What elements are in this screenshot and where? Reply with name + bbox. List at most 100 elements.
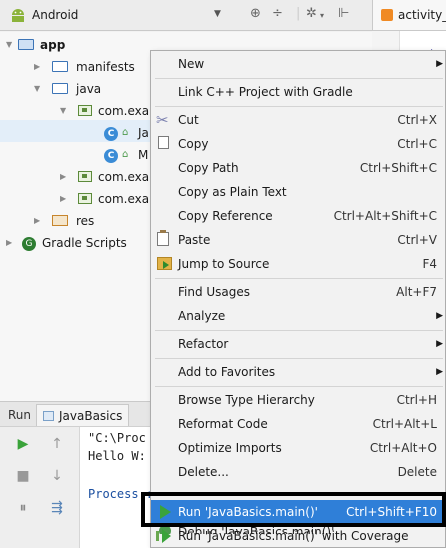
menu-item-label: Analyze <box>178 309 226 323</box>
lock-icon: ⌂ <box>122 149 129 160</box>
submenu-arrow-icon: ▶ <box>436 367 443 377</box>
highlight-frame <box>141 492 446 527</box>
expand-arrow-icon[interactable]: ▼ <box>6 34 16 56</box>
up-arrow-icon[interactable]: ↑ <box>46 433 68 455</box>
menu-item-reformat-code[interactable]: Reformat Code Ctrl+Alt+L <box>151 412 446 436</box>
menu-item-analyze[interactable]: Analyze ▶ <box>151 304 446 328</box>
hide-panel-icon[interactable]: ⊩ <box>338 6 349 21</box>
menu-item-copy[interactable]: Copy Ctrl+C <box>151 132 446 156</box>
menu-item-label: Add to Favorites <box>178 365 276 379</box>
menu-item-label: New <box>178 57 205 71</box>
tree-node-label: com.exar <box>98 192 155 206</box>
menu-shortcut: Ctrl+C <box>397 137 437 151</box>
menu-item-label: Delete... <box>178 465 229 479</box>
collapse-arrow-icon[interactable]: ▶ <box>60 188 70 210</box>
rerun-icon[interactable]: ▶ <box>12 433 34 455</box>
module-folder-icon <box>18 39 34 50</box>
java-class-icon: C <box>104 149 118 163</box>
menu-shortcut: Ctrl+X <box>397 113 437 127</box>
console-line: Hello W: <box>88 449 146 463</box>
menu-item-label: Copy Path <box>178 161 239 175</box>
stop-icon[interactable]: ■ <box>12 465 34 487</box>
chevron-down-icon[interactable]: ▼ <box>214 9 221 19</box>
menu-item-label: Copy as Plain Text <box>178 185 287 199</box>
menu-item-add-to-favorites[interactable]: Add to Favorites ▶ <box>151 360 446 384</box>
folder-icon <box>52 61 68 72</box>
expand-arrow-icon[interactable]: ▼ <box>34 78 44 100</box>
menu-item-label: Refactor <box>178 337 229 351</box>
menu-separator <box>155 330 443 331</box>
menu-item-find-usages[interactable]: Find Usages Alt+F7 <box>151 280 446 304</box>
android-icon <box>10 8 26 25</box>
menu-shortcut: Ctrl+V <box>397 233 437 247</box>
soft-wrap-icon[interactable]: ⇶ <box>46 497 68 519</box>
coverage-icon <box>156 529 172 543</box>
editor-tab[interactable]: activity_ <box>372 0 446 31</box>
menu-item-copy-plain-text[interactable]: Copy as Plain Text <box>151 180 446 204</box>
tree-node-label: Ja <box>138 126 149 140</box>
package-icon <box>78 105 92 116</box>
pause-icon[interactable]: ⏸ <box>12 497 34 519</box>
menu-separator <box>155 386 443 387</box>
lock-icon: ⌂ <box>122 127 129 138</box>
collapse-icon[interactable]: ÷ <box>272 6 283 21</box>
menu-item-cut[interactable]: ✂ Cut Ctrl+X <box>151 108 446 132</box>
collapse-arrow-icon[interactable]: ▶ <box>6 232 16 254</box>
menu-shortcut: Delete <box>397 465 437 479</box>
menu-shortcut: F4 <box>422 257 437 271</box>
down-arrow-icon[interactable]: ↓ <box>46 465 68 487</box>
tree-node-label: Gradle Scripts <box>42 236 127 250</box>
collapse-arrow-icon[interactable]: ▶ <box>60 166 70 188</box>
menu-item-jump-to-source[interactable]: Jump to Source F4 <box>151 252 446 276</box>
run-tab-icon <box>43 411 54 421</box>
menu-item-label: Paste <box>178 233 211 247</box>
project-panel-header: Android ▼ ⊕ ÷ | ✲ ▾ ⊩ <box>0 0 372 31</box>
project-view-selector[interactable]: Android <box>32 8 78 22</box>
package-icon <box>78 193 92 204</box>
submenu-arrow-icon: ▶ <box>436 59 443 69</box>
run-tab-label: JavaBasics <box>59 409 123 423</box>
menu-separator <box>155 358 443 359</box>
menu-separator <box>155 106 443 107</box>
menu-shortcut: Ctrl+Alt+O <box>369 441 437 455</box>
layout-file-icon <box>381 9 393 21</box>
gear-dropdown-icon[interactable]: ▾ <box>320 11 324 20</box>
menu-item-label: Find Usages <box>178 285 251 299</box>
tree-node-label: com.exar <box>98 104 155 118</box>
tree-node-label: app <box>40 38 66 52</box>
menu-item-copy-reference[interactable]: Copy Reference Ctrl+Alt+Shift+C <box>151 204 446 228</box>
menu-item-label: Optimize Imports <box>178 441 282 455</box>
folder-icon <box>52 83 68 94</box>
java-class-icon: C <box>104 127 118 141</box>
run-config-tab[interactable]: JavaBasics <box>36 404 130 426</box>
menu-item-label: Cut <box>178 113 199 127</box>
context-menu: New ▶ Link C++ Project with Gradle ✂ Cut… <box>150 50 446 548</box>
jump-to-source-icon <box>157 257 172 270</box>
collapse-arrow-icon[interactable]: ▶ <box>34 210 44 232</box>
menu-item-copy-path[interactable]: Copy Path Ctrl+Shift+C <box>151 156 446 180</box>
paste-icon <box>157 230 169 246</box>
menu-shortcut: Ctrl+Alt+Shift+C <box>333 209 437 223</box>
separator-icon: | <box>296 6 301 21</box>
menu-item-label: Copy <box>178 137 209 151</box>
menu-item-refactor[interactable]: Refactor ▶ <box>151 332 446 356</box>
tree-node-label: java <box>76 82 102 96</box>
expand-arrow-icon[interactable]: ▼ <box>60 100 70 122</box>
menu-item-label: Copy Reference <box>178 209 273 223</box>
menu-shortcut: Ctrl+Shift+C <box>359 161 437 175</box>
menu-item-label: Link C++ Project with Gradle <box>178 85 353 99</box>
target-icon[interactable]: ⊕ <box>250 6 261 21</box>
copy-icon <box>158 133 173 149</box>
menu-item-delete[interactable]: Delete... Delete <box>151 460 446 484</box>
menu-item-link-cpp[interactable]: Link C++ Project with Gradle <box>151 80 446 104</box>
gear-icon[interactable]: ✲ <box>306 6 317 21</box>
menu-item-optimize-imports[interactable]: Optimize Imports Ctrl+Alt+O <box>151 436 446 460</box>
tree-node-label: M <box>138 148 149 162</box>
menu-item-paste[interactable]: Paste Ctrl+V <box>151 228 446 252</box>
package-icon <box>78 171 92 182</box>
menu-item-browse-type-hierarchy[interactable]: Browse Type Hierarchy Ctrl+H <box>151 388 446 412</box>
menu-item-run-with-coverage[interactable]: Run 'JavaBasics.main()' with Coverage <box>151 524 446 548</box>
collapse-arrow-icon[interactable]: ▶ <box>34 56 44 78</box>
menu-item-new[interactable]: New ▶ <box>151 52 446 76</box>
menu-item-label: Reformat Code <box>178 417 268 431</box>
